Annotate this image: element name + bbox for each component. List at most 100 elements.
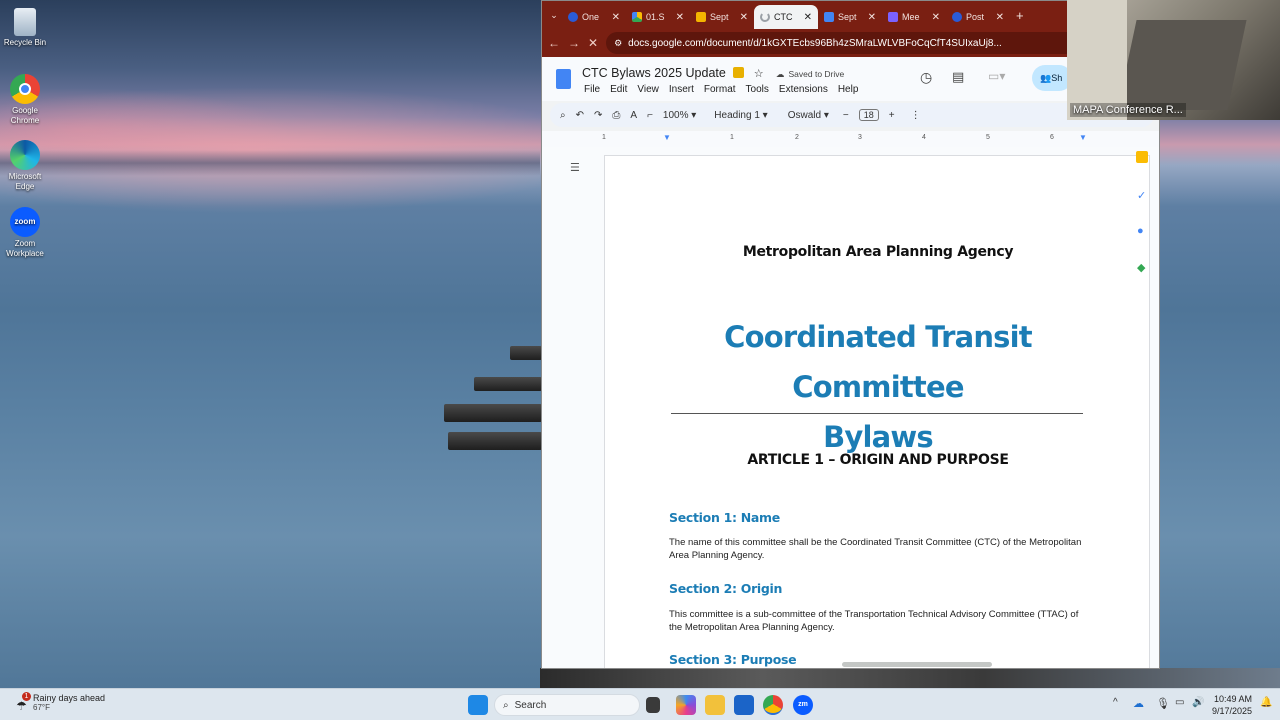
close-icon[interactable]: ✕ xyxy=(996,12,1004,23)
weather-title: Rainy days ahead xyxy=(33,693,106,703)
browser-tab[interactable]: Sept ✕ xyxy=(818,5,882,29)
start-icon[interactable] xyxy=(468,695,488,715)
outline-icon[interactable]: ☰ xyxy=(570,161,580,174)
ruler[interactable]: 1 ▼ 1 2 3 4 5 6 ▼ xyxy=(542,131,1159,147)
pier-plank xyxy=(448,432,542,450)
zoom-tab-icon xyxy=(952,12,962,22)
site-info-icon[interactable]: ⚙ xyxy=(614,38,622,49)
document-page[interactable]: Metropolitan Area Planning Agency Coordi… xyxy=(604,155,1150,668)
style-select[interactable]: Heading 1 ▾ xyxy=(714,110,767,121)
video-preview[interactable]: MAPA Conference R... xyxy=(1067,0,1280,120)
document-canvas: ☰ Metropolitan Area Planning Agency Coor… xyxy=(542,147,1159,668)
close-icon[interactable]: ✕ xyxy=(740,12,748,23)
tab-search-icon[interactable]: ⌄ xyxy=(546,10,562,21)
slides-icon xyxy=(696,12,706,22)
keep-icon[interactable] xyxy=(1136,151,1148,163)
font-select[interactable]: Oswald ▾ xyxy=(788,110,829,121)
docs-icon xyxy=(824,12,834,22)
maps-icon[interactable]: ◆ xyxy=(1137,261,1145,274)
contacts-icon[interactable]: ● xyxy=(1137,225,1144,237)
desktop-icon-label: Zoom Workplace xyxy=(6,239,44,258)
drive-icon xyxy=(632,12,642,22)
copilot-icon[interactable] xyxy=(676,695,696,715)
desktop-icon-recycle-bin[interactable]: Recycle Bin xyxy=(2,8,48,48)
menu-tools[interactable]: Tools xyxy=(746,84,769,95)
onedrive-icon[interactable]: ☁ xyxy=(1133,697,1144,710)
menu-insert[interactable]: Insert xyxy=(669,84,694,95)
decrease-font-icon[interactable]: − xyxy=(843,110,849,121)
close-icon[interactable]: ✕ xyxy=(804,12,812,23)
menu-edit[interactable]: Edit xyxy=(610,84,627,95)
indent-marker-icon[interactable]: ▼ xyxy=(663,133,671,142)
comments-icon[interactable]: ▤ xyxy=(952,69,964,85)
print-icon[interactable]: ⎙ xyxy=(612,110,620,121)
menu-format[interactable]: Format xyxy=(704,84,736,95)
search-icon[interactable]: ⌕ xyxy=(560,110,566,121)
back-icon[interactable]: ← xyxy=(548,36,560,50)
network-icon[interactable]: ▭ xyxy=(1175,697,1184,708)
task-view-icon[interactable] xyxy=(646,697,660,713)
new-tab-button[interactable]: + xyxy=(1016,8,1024,23)
font-size-input[interactable]: 18 xyxy=(858,109,879,121)
volume-icon[interactable]: 🔊 xyxy=(1192,697,1204,708)
paint-format-icon[interactable]: ⌐ xyxy=(647,110,653,121)
save-status: ☁ Saved to Drive xyxy=(776,69,844,80)
increase-font-icon[interactable]: + xyxy=(889,110,895,121)
microphone-icon[interactable]: 🎙 xyxy=(1156,697,1170,710)
redo-icon[interactable]: ↷ xyxy=(594,110,602,121)
store-icon[interactable] xyxy=(734,695,754,715)
more-options-icon[interactable]: ⋮ xyxy=(911,110,921,121)
version-history-icon[interactable]: ◷ xyxy=(920,69,932,86)
menu-view[interactable]: View xyxy=(637,84,659,95)
horizontal-rule xyxy=(671,413,1083,414)
browser-tab[interactable]: 01.S ✕ xyxy=(626,5,690,29)
desktop-icon-zoom[interactable]: zoom Zoom Workplace xyxy=(2,207,48,259)
taskbar: 1 ☂ Rainy days ahead 67°F ⌕ Search zm ^ … xyxy=(0,688,1280,720)
zoom-select[interactable]: 100% ▾ xyxy=(663,110,696,121)
close-icon[interactable]: ✕ xyxy=(932,12,940,23)
show-hidden-icons[interactable]: ^ xyxy=(1113,697,1118,708)
weather-widget[interactable]: 1 ☂ Rainy days ahead 67°F xyxy=(16,692,106,713)
menu-file[interactable]: File xyxy=(584,84,600,95)
tab-label: CTC xyxy=(774,12,793,22)
taskbar-search[interactable]: ⌕ Search xyxy=(494,694,640,716)
document-title[interactable]: CTC Bylaws 2025 Update ☆ xyxy=(582,66,764,80)
close-icon[interactable]: ✕ xyxy=(612,12,620,23)
font-value: Oswald xyxy=(787,109,822,121)
conference-table xyxy=(1117,20,1247,110)
desktop-icon-chrome[interactable]: Google Chrome xyxy=(2,74,48,126)
close-icon[interactable]: ✕ xyxy=(868,12,876,23)
browser-tab[interactable]: Post ✕ xyxy=(946,5,1010,29)
browser-tab[interactable]: Mee ✕ xyxy=(882,5,946,29)
forward-icon[interactable]: → xyxy=(568,36,580,50)
menu-help[interactable]: Help xyxy=(838,84,859,95)
spellcheck-icon[interactable]: A xyxy=(630,110,637,121)
browser-tab[interactable]: Sept ✕ xyxy=(690,5,754,29)
desktop-icon-edge[interactable]: Microsoft Edge xyxy=(2,140,48,192)
clock[interactable]: 10:49 AM 9/17/2025 xyxy=(1212,693,1252,717)
chrome-taskbar-icon[interactable] xyxy=(763,695,783,715)
url-field[interactable]: ⚙ docs.google.com/document/d/1kGXTEcbs96… xyxy=(606,32,1098,54)
tasks-icon[interactable]: ✓ xyxy=(1137,189,1146,202)
right-margin-marker-icon[interactable]: ▼ xyxy=(1079,133,1087,142)
notifications-icon[interactable]: 🔔 xyxy=(1260,697,1272,708)
share-button[interactable]: 👥Sh xyxy=(1032,65,1072,91)
horizontal-scrollbar[interactable] xyxy=(842,662,992,667)
pier-plank xyxy=(474,377,542,391)
file-explorer-icon[interactable] xyxy=(705,695,725,715)
browser-tab[interactable]: One ✕ xyxy=(562,5,626,29)
rain-icon: ☂ xyxy=(16,699,27,713)
zoom-taskbar-icon[interactable]: zm xyxy=(793,695,813,715)
share-label: Sh xyxy=(1051,73,1063,83)
meet-call-icon[interactable]: ▭▾ xyxy=(988,69,1005,83)
google-docs-icon[interactable] xyxy=(556,69,571,89)
stop-icon[interactable]: ✕ xyxy=(588,36,598,50)
close-icon[interactable]: ✕ xyxy=(676,12,684,23)
undo-icon[interactable]: ↶ xyxy=(576,110,584,121)
meet-icon xyxy=(888,12,898,22)
browser-tab-active[interactable]: CTC ✕ xyxy=(754,5,818,29)
folder-badge-icon[interactable] xyxy=(733,67,745,78)
wallpaper-horizon xyxy=(0,150,540,176)
star-icon[interactable]: ☆ xyxy=(754,68,764,80)
menu-extensions[interactable]: Extensions xyxy=(779,84,828,95)
